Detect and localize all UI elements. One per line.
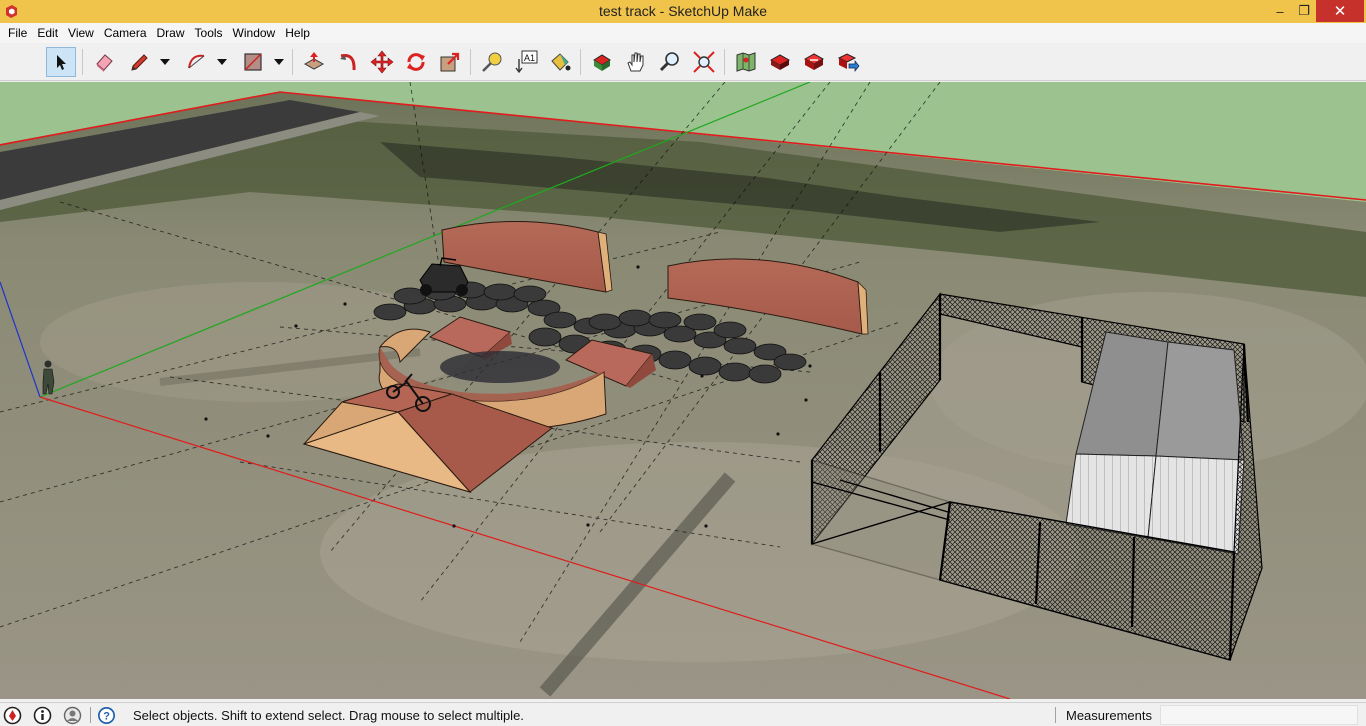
toolbar-separator bbox=[470, 49, 471, 75]
toolbar-separator bbox=[724, 49, 725, 75]
get-models-button[interactable] bbox=[731, 47, 761, 77]
push-pull-icon bbox=[303, 52, 325, 70]
follow-me-tool[interactable] bbox=[333, 47, 363, 77]
toolbar-separator bbox=[292, 49, 293, 75]
title-bar: test track - SketchUp Make – ❐ ✕ bbox=[0, 0, 1366, 23]
zoom-tool[interactable] bbox=[655, 47, 685, 77]
user-icon[interactable] bbox=[63, 706, 82, 725]
extension-warehouse-button[interactable] bbox=[833, 47, 863, 77]
share-model-button[interactable] bbox=[765, 47, 795, 77]
arrow-cursor-icon bbox=[57, 55, 66, 70]
window-title: test track - SketchUp Make bbox=[598, 3, 768, 19]
menu-draw[interactable]: Draw bbox=[152, 26, 190, 40]
tape-measure-icon bbox=[482, 52, 502, 72]
eraser-tool[interactable] bbox=[89, 47, 119, 77]
minimize-button[interactable]: – bbox=[1268, 0, 1292, 22]
follow-me-icon bbox=[340, 54, 356, 71]
status-bar: ? Select objects. Shift to extend select… bbox=[0, 702, 1366, 726]
getting-started-toolbar: A1 bbox=[0, 43, 1366, 81]
select-tool[interactable] bbox=[46, 47, 76, 77]
status-divider bbox=[90, 707, 91, 723]
zoom-extents-icon bbox=[693, 51, 715, 73]
menu-tools[interactable]: Tools bbox=[190, 26, 228, 40]
chevron-down-icon bbox=[274, 59, 284, 65]
text-icon: A1 bbox=[515, 50, 538, 74]
status-message: Select objects. Shift to extend select. … bbox=[133, 708, 524, 723]
paint-bucket-tool[interactable] bbox=[545, 47, 575, 77]
3d-warehouse-icon bbox=[803, 53, 825, 70]
chevron-down-icon bbox=[217, 59, 227, 65]
geo-location-icon[interactable] bbox=[3, 706, 22, 725]
line-tool[interactable] bbox=[124, 47, 154, 77]
magnifier-icon bbox=[659, 52, 679, 72]
hand-icon bbox=[627, 52, 644, 72]
zoom-extents-tool[interactable] bbox=[689, 47, 719, 77]
close-button[interactable]: ✕ bbox=[1316, 0, 1364, 22]
toolbar-separator bbox=[580, 49, 581, 75]
text-tool-label: A1 bbox=[524, 53, 535, 63]
line-tool-dropdown[interactable] bbox=[158, 47, 172, 77]
scene-canvas[interactable] bbox=[0, 82, 1366, 699]
text-tool[interactable]: A1 bbox=[511, 47, 541, 77]
rectangle-tool-dropdown[interactable] bbox=[272, 47, 286, 77]
arc-tool[interactable] bbox=[181, 47, 211, 77]
help-icon[interactable]: ? bbox=[97, 706, 116, 725]
scale-icon bbox=[440, 52, 460, 72]
menu-edit[interactable]: Edit bbox=[32, 26, 63, 40]
rectangle-icon bbox=[244, 53, 262, 71]
model-viewport[interactable] bbox=[0, 82, 1366, 699]
warehouse-button[interactable] bbox=[799, 47, 829, 77]
chevron-down-icon bbox=[160, 59, 170, 65]
menu-help[interactable]: Help bbox=[280, 26, 315, 40]
scale-tool[interactable] bbox=[435, 47, 465, 77]
rotate-tool[interactable] bbox=[401, 47, 431, 77]
menu-bar: File Edit View Camera Draw Tools Window … bbox=[0, 23, 1366, 43]
status-divider bbox=[1055, 707, 1056, 723]
orbit-tool[interactable] bbox=[587, 47, 617, 77]
pan-tool[interactable] bbox=[621, 47, 651, 77]
maximize-button[interactable]: ❐ bbox=[1292, 0, 1316, 22]
share-model-icon bbox=[769, 54, 791, 70]
move-tool[interactable] bbox=[367, 47, 397, 77]
toolbar-separator bbox=[82, 49, 83, 75]
rectangle-tool[interactable] bbox=[238, 47, 268, 77]
map-location-icon bbox=[736, 52, 756, 72]
eraser-icon bbox=[96, 54, 113, 72]
menu-window[interactable]: Window bbox=[228, 26, 281, 40]
svg-text:?: ? bbox=[103, 711, 110, 723]
measurements-label: Measurements bbox=[1066, 708, 1152, 723]
orbit-icon bbox=[593, 54, 611, 71]
push-pull-tool[interactable] bbox=[299, 47, 329, 77]
paint-bucket-icon bbox=[551, 53, 571, 71]
credits-icon[interactable] bbox=[33, 706, 52, 725]
arc-icon bbox=[188, 54, 205, 69]
move-icon bbox=[370, 50, 394, 74]
menu-view[interactable]: View bbox=[63, 26, 99, 40]
tape-measure-tool[interactable] bbox=[477, 47, 507, 77]
menu-file[interactable]: File bbox=[3, 26, 32, 40]
extension-warehouse-icon bbox=[837, 53, 860, 72]
menu-camera[interactable]: Camera bbox=[99, 26, 152, 40]
measurements-input[interactable] bbox=[1160, 705, 1358, 725]
arc-tool-dropdown[interactable] bbox=[215, 47, 229, 77]
rotate-icon bbox=[407, 53, 425, 71]
pencil-icon bbox=[131, 54, 148, 71]
